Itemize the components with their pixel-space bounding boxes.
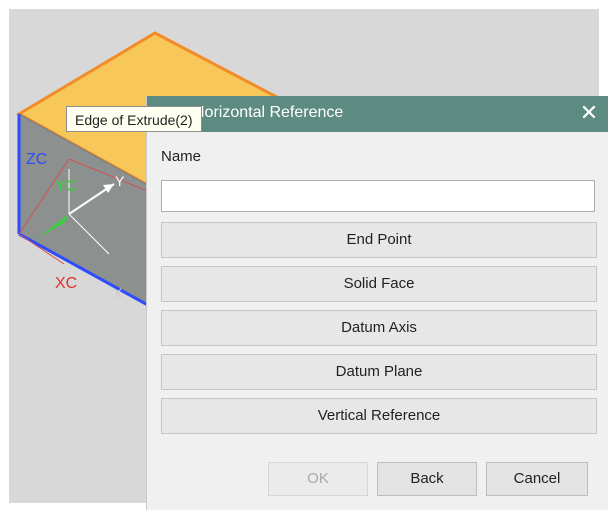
dialog-title: Horizontal Reference [193,104,344,121]
axis-label-xc: XC [55,275,77,292]
vertical-reference-button[interactable]: Vertical Reference [161,398,597,434]
dialog-titlebar[interactable]: Horizontal Reference ✕ [147,96,608,132]
back-button[interactable]: Back [377,462,477,496]
selection-tooltip: Edge of Extrude(2) [66,106,202,132]
axis-label-zc: ZC [26,151,47,168]
axis-label-x: X [113,285,123,301]
axis-label-y: Y [115,173,125,189]
close-icon: ✕ [579,101,599,126]
name-label: Name [161,148,202,165]
solid-face-button[interactable]: Solid Face [161,266,597,302]
close-button[interactable]: ✕ [577,102,601,126]
cancel-button[interactable]: Cancel [486,462,588,496]
datum-axis-button[interactable]: Datum Axis [161,310,597,346]
end-point-button[interactable]: End Point [161,222,597,258]
horizontal-reference-dialog: Horizontal Reference ✕ Name End Point So… [146,96,608,510]
ok-button[interactable]: OK [268,462,368,496]
axis-label-yc: YC [55,178,77,195]
datum-plane-button[interactable]: Datum Plane [161,354,597,390]
name-input[interactable] [161,180,595,212]
